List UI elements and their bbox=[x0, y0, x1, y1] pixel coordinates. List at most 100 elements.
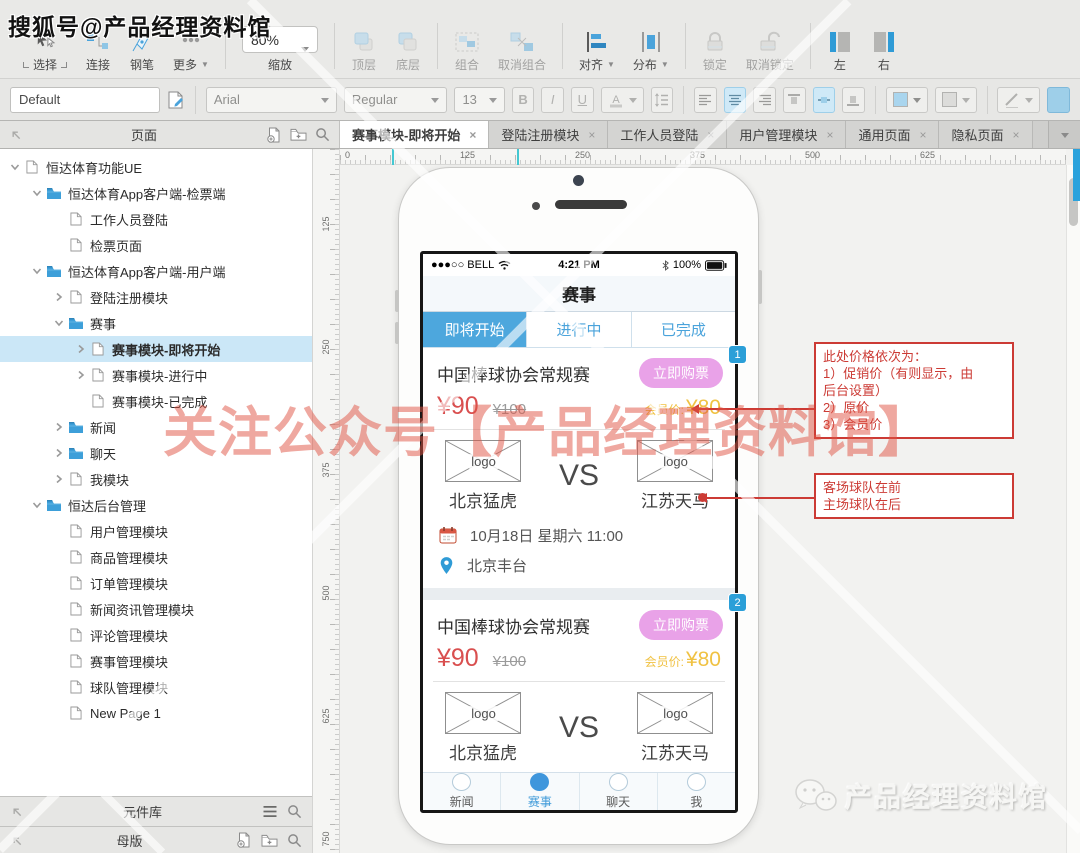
chevron-collapsed-icon[interactable] bbox=[74, 344, 88, 354]
page-tree-item[interactable]: 工作人员登陆 bbox=[0, 206, 312, 232]
widget-library-panel-header[interactable]: 元件库 bbox=[0, 796, 312, 826]
close-tab-icon[interactable]: × bbox=[707, 128, 714, 142]
tab-overflow-button[interactable] bbox=[1048, 121, 1080, 148]
page-tree-item[interactable]: 恒达体育App客户端-检票端 bbox=[0, 180, 312, 206]
search-icon[interactable] bbox=[315, 127, 330, 142]
align-bottom-button[interactable] bbox=[842, 87, 865, 113]
team-logo-placeholder[interactable]: logo bbox=[637, 692, 713, 734]
add-folder-icon[interactable] bbox=[290, 127, 307, 142]
widget-style-input[interactable] bbox=[10, 87, 160, 113]
page-tree-item[interactable]: 赛事 bbox=[0, 310, 312, 336]
app-tab-聊天[interactable]: 聊天 bbox=[579, 773, 657, 810]
chevron-collapsed-icon[interactable] bbox=[74, 370, 88, 380]
align-text-left-button[interactable] bbox=[694, 87, 717, 113]
segment-即将开始[interactable]: 即将开始 bbox=[423, 312, 527, 347]
add-page-icon[interactable] bbox=[236, 832, 252, 848]
close-tab-icon[interactable]: × bbox=[469, 128, 476, 142]
doc-tab-1[interactable]: 赛事模块-即将开始× bbox=[340, 121, 489, 148]
match-card-2[interactable]: 中国棒球协会常规赛立即购票¥90¥100会员价:¥80logo北京猛虎VSlog… bbox=[423, 600, 735, 772]
team-order-annotation-note[interactable]: 客场球队在前主场球队在后 bbox=[814, 473, 1014, 519]
collapse-panel-icon[interactable] bbox=[9, 128, 22, 141]
vertical-ruler[interactable]: 125250375500625750 bbox=[313, 149, 340, 853]
page-tree-item[interactable]: 评论管理模块 bbox=[0, 622, 312, 648]
page-tree-item[interactable]: 恒达后台管理 bbox=[0, 492, 312, 518]
chevron-expanded-icon[interactable] bbox=[30, 500, 44, 510]
masters-panel-header[interactable]: 母版 bbox=[0, 826, 312, 853]
font-color-button[interactable]: A bbox=[601, 87, 644, 113]
page-tree-item[interactable]: 我模块 bbox=[0, 466, 312, 492]
line-spacing-button[interactable] bbox=[651, 87, 674, 113]
doc-tab-5[interactable]: 通用页面× bbox=[846, 121, 939, 148]
buy-ticket-button[interactable]: 立即购票 bbox=[639, 610, 723, 640]
align-text-right-button[interactable] bbox=[753, 87, 776, 113]
page-tree-item[interactable]: 检票页面 bbox=[0, 232, 312, 258]
chevron-expanded-icon[interactable] bbox=[52, 318, 66, 328]
search-icon[interactable] bbox=[287, 804, 302, 819]
chevron-expanded-icon[interactable] bbox=[30, 266, 44, 276]
close-tab-icon[interactable]: × bbox=[588, 128, 595, 142]
page-tree-item[interactable]: 新闻资讯管理模块 bbox=[0, 596, 312, 622]
chevron-collapsed-icon[interactable] bbox=[52, 292, 66, 302]
fill-color-button[interactable] bbox=[886, 87, 928, 113]
page-tree-item[interactable]: 恒达体育App客户端-用户端 bbox=[0, 258, 312, 284]
page-tree-item[interactable]: 订单管理模块 bbox=[0, 570, 312, 596]
doc-tab-6[interactable]: 隐私页面× bbox=[939, 121, 1032, 148]
collapse-panel-icon[interactable] bbox=[10, 805, 23, 818]
iphone-mockup[interactable]: ●●●○○ BELL 4:21 PM 100% 赛事 即将开始进行中已完成 中国… bbox=[398, 167, 759, 845]
add-folder-icon[interactable] bbox=[261, 833, 278, 848]
page-tree-item[interactable]: 用户管理模块 bbox=[0, 518, 312, 544]
annotation-badge-2[interactable]: 2 bbox=[729, 594, 746, 611]
border-color-button[interactable] bbox=[1047, 87, 1070, 113]
close-tab-icon[interactable]: × bbox=[1013, 128, 1020, 142]
chevron-collapsed-icon[interactable] bbox=[52, 422, 66, 432]
page-tree-item[interactable]: 球队管理模块 bbox=[0, 674, 312, 700]
segment-已完成[interactable]: 已完成 bbox=[632, 312, 735, 347]
edit-style-icon[interactable] bbox=[167, 91, 185, 109]
chevron-expanded-icon[interactable] bbox=[8, 162, 22, 172]
close-tab-icon[interactable]: × bbox=[919, 128, 926, 142]
page-tree-item[interactable]: 恒达体育功能UE bbox=[0, 154, 312, 180]
underline-button[interactable]: U bbox=[571, 87, 594, 113]
align-text-center-button[interactable] bbox=[724, 87, 747, 113]
page-tree-item[interactable]: New Page 1 bbox=[0, 700, 312, 726]
line-style-button[interactable] bbox=[997, 87, 1040, 113]
font-family-select[interactable]: Arial bbox=[206, 87, 337, 113]
segment-进行中[interactable]: 进行中 bbox=[527, 312, 631, 347]
toolbar-align-left-edge-button[interactable]: 左 bbox=[827, 29, 853, 73]
page-tree-item[interactable]: 赛事管理模块 bbox=[0, 648, 312, 674]
doc-tab-4[interactable]: 用户管理模块× bbox=[727, 121, 846, 148]
collapse-panel-icon[interactable] bbox=[10, 834, 23, 847]
page-tree-item[interactable]: 商品管理模块 bbox=[0, 544, 312, 570]
chevron-collapsed-icon[interactable] bbox=[52, 448, 66, 458]
app-tab-我[interactable]: 我 bbox=[657, 773, 735, 810]
horizontal-ruler[interactable]: 0125250375500625 bbox=[340, 149, 1066, 165]
chevron-collapsed-icon[interactable] bbox=[52, 474, 66, 484]
add-page-icon[interactable] bbox=[266, 127, 282, 143]
align-middle-button[interactable] bbox=[813, 87, 836, 113]
page-tree-item[interactable]: 赛事模块-进行中 bbox=[0, 362, 312, 388]
toolbar-align-button[interactable]: 对齐▼ bbox=[579, 29, 615, 73]
annotation-badge-1[interactable]: 1 bbox=[729, 346, 746, 363]
toolbar-align-right-edge-button[interactable]: 右 bbox=[871, 29, 897, 73]
opacity-button[interactable] bbox=[935, 87, 977, 113]
toolbar-distribute-button[interactable]: 分布▼ bbox=[633, 29, 669, 73]
app-tab-赛事[interactable]: 赛事 bbox=[500, 773, 578, 810]
page-tree-item[interactable]: 赛事模块-即将开始 bbox=[0, 336, 312, 362]
design-canvas[interactable]: 0125250375500625 ●●●○○ BELL 4:21 PM bbox=[340, 149, 1080, 853]
page-tree-item[interactable]: 登陆注册模块 bbox=[0, 284, 312, 310]
doc-tab-2[interactable]: 登陆注册模块× bbox=[489, 121, 608, 148]
search-icon[interactable] bbox=[287, 833, 302, 848]
bold-button[interactable]: B bbox=[512, 87, 535, 113]
doc-tab-3[interactable]: 工作人员登陆× bbox=[608, 121, 727, 148]
font-size-select[interactable]: 13 bbox=[454, 87, 504, 113]
team-logo-placeholder[interactable]: logo bbox=[445, 692, 521, 734]
match-card-1[interactable]: 中国棒球协会常规赛立即购票¥90¥100会员价:¥80logo北京猛虎VSlog… bbox=[423, 348, 735, 588]
font-weight-select[interactable]: Regular bbox=[344, 87, 448, 113]
italic-button[interactable]: I bbox=[541, 87, 564, 113]
chevron-expanded-icon[interactable] bbox=[30, 188, 44, 198]
buy-ticket-button[interactable]: 立即购票 bbox=[639, 358, 723, 388]
menu-icon[interactable] bbox=[262, 805, 278, 818]
vertical-scrollbar[interactable] bbox=[1066, 165, 1080, 853]
align-top-button[interactable] bbox=[783, 87, 806, 113]
close-tab-icon[interactable]: × bbox=[826, 128, 833, 142]
